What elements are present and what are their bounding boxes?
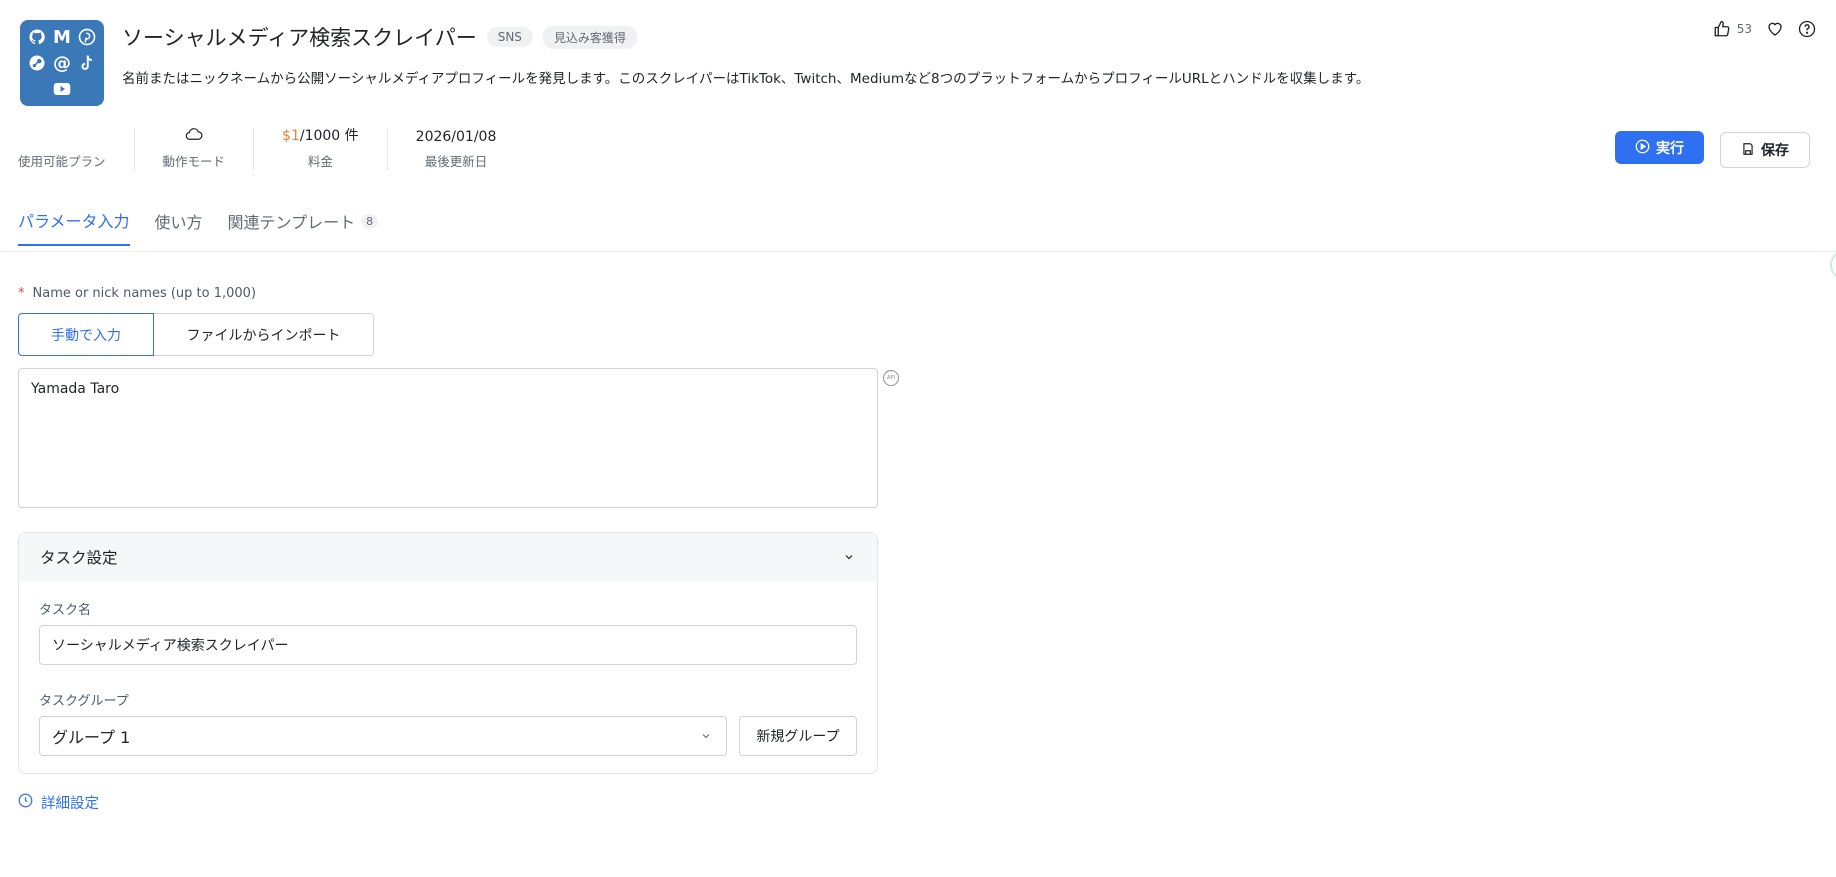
tab-usage[interactable]: 使い方	[155, 208, 203, 246]
task-group-value: グループ 1	[52, 728, 131, 747]
clock-icon	[18, 793, 33, 812]
tab-parameters[interactable]: パラメータ入力	[18, 208, 130, 246]
task-settings-title: タスク設定	[40, 549, 118, 567]
input-mode-toggle: 手動で入力 ファイルからインポート	[18, 313, 374, 356]
heart-icon[interactable]	[1766, 20, 1784, 38]
tiktok-icon	[77, 52, 97, 74]
title-row: ソーシャルメディア検索スクレイパー SNS 見込み客獲得	[122, 22, 637, 52]
task-settings-header[interactable]: タスク設定	[19, 533, 877, 581]
tab-related-templates[interactable]: 関連テンプレート 8	[228, 208, 379, 246]
tab-bar: パラメータ入力 使い方 関連テンプレート 8	[18, 208, 379, 246]
manual-input-button[interactable]: 手動で入力	[18, 313, 154, 356]
task-name-input[interactable]	[39, 625, 857, 665]
app-icon: M @	[20, 20, 104, 106]
tag-sns[interactable]: SNS	[486, 27, 533, 47]
updated-value: 2026/01/08	[415, 129, 497, 145]
run-button-label: 実行	[1656, 139, 1684, 156]
tag-lead-gen[interactable]: 見込み客獲得	[542, 25, 637, 49]
import-file-button[interactable]: ファイルからインポート	[154, 313, 374, 356]
stat-price-label: 料金	[307, 154, 333, 169]
stat-price: $1/1000 件 料金	[253, 128, 387, 170]
stat-plan-label: 使用可能プラン	[18, 154, 106, 169]
tab-divider	[0, 251, 1836, 252]
like-count: 53	[1736, 22, 1752, 36]
chevron-down-icon[interactable]	[843, 548, 855, 567]
top-actions: 53	[1713, 20, 1816, 38]
required-mark: *	[18, 286, 25, 301]
task-settings-panel: タスク設定 タスク名 タスクグループ グループ 1 新規グループ	[18, 532, 878, 774]
task-name-label: タスク名	[39, 603, 92, 618]
tab-count-badge: 8	[361, 213, 379, 229]
like-button[interactable]: 53	[1713, 20, 1752, 38]
save-button[interactable]: 保存	[1720, 132, 1810, 168]
app-description: 名前またはニックネームから公開ソーシャルメディアプロフィールを発見します。このス…	[122, 71, 1370, 87]
help-icon[interactable]	[1798, 20, 1816, 38]
task-group-select[interactable]: グループ 1	[39, 716, 727, 756]
thumbs-up-icon	[1713, 20, 1731, 38]
pinterest-icon	[77, 26, 97, 48]
names-textarea[interactable]	[18, 368, 878, 508]
stat-plan: 使用可能プラン	[18, 128, 134, 170]
cloud-icon	[185, 127, 203, 145]
save-icon	[1741, 142, 1755, 159]
tab-usage-label: 使い方	[154, 213, 203, 232]
new-group-button[interactable]: 新規グループ	[739, 716, 857, 756]
stat-updated: 2026/01/08 最後更新日	[386, 128, 525, 170]
api-icon[interactable]: API	[883, 370, 899, 386]
play-circle-icon	[1635, 139, 1650, 157]
save-button-label: 保存	[1761, 142, 1789, 158]
tab-parameters-label: パラメータ入力	[18, 212, 130, 231]
steam-icon	[27, 52, 47, 74]
price-accent: $1	[282, 128, 300, 144]
advanced-settings-link[interactable]: 詳細設定	[18, 792, 99, 813]
stat-updated-label: 最後更新日	[424, 154, 488, 169]
at-icon: @	[53, 52, 71, 74]
task-group-label: タスクグループ	[39, 694, 129, 709]
tab-related-label: 関連テンプレート	[227, 213, 356, 232]
names-field-label: * Name or nick names (up to 1,000)	[18, 286, 256, 301]
run-button[interactable]: 実行	[1615, 131, 1704, 164]
advanced-settings-label: 詳細設定	[41, 796, 99, 812]
price-unit: /1000 件	[299, 128, 359, 144]
youtube-icon	[52, 78, 72, 100]
names-label-text: Name or nick names (up to 1,000)	[32, 286, 257, 301]
stat-mode-label: 動作モード	[162, 154, 226, 169]
edge-widget[interactable]	[1830, 250, 1836, 280]
chevron-down-icon	[700, 727, 712, 746]
page-title: ソーシャルメディア検索スクレイパー	[122, 26, 477, 50]
medium-icon: M	[53, 26, 71, 48]
stats-bar: 使用可能プラン 動作モード $1/1000 件 料金 2026/01/08 最後…	[18, 128, 524, 170]
stat-mode: 動作モード	[133, 127, 254, 170]
github-icon	[27, 26, 47, 48]
price-value: $1/1000 件	[282, 125, 359, 145]
